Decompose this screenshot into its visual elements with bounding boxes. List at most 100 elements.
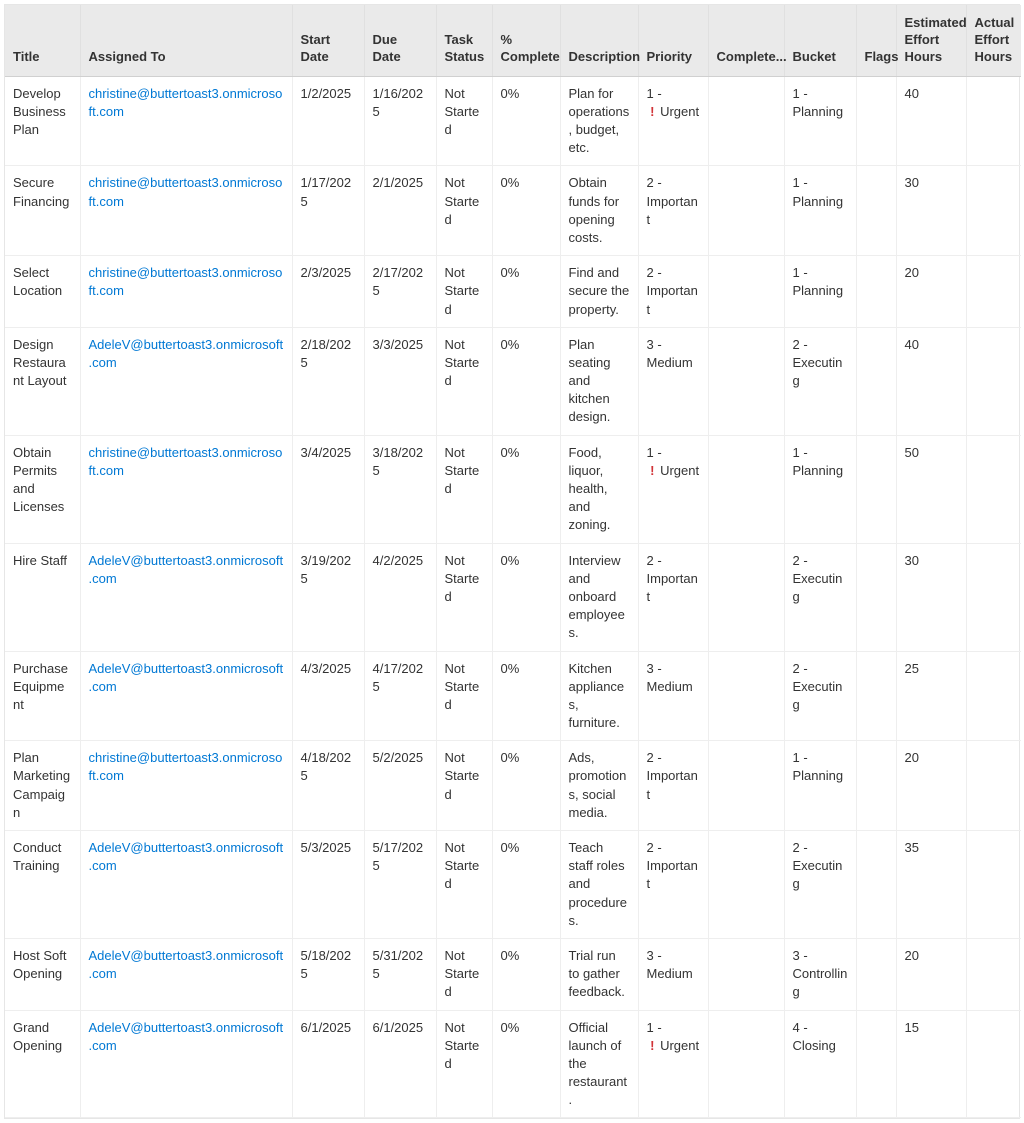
cell-start-date: 4/18/2025 (292, 741, 364, 831)
cell-description: Plan for operations, budget, etc. (560, 76, 638, 166)
header-row: Title Assigned To Start Date Due Date Ta… (5, 5, 1021, 76)
cell-flags (856, 543, 896, 651)
cell-priority: 1 - ! Urgent (638, 1010, 708, 1118)
cell-est-effort: 25 (896, 651, 966, 741)
cell-priority: 2 - Important (638, 831, 708, 939)
table-row[interactable]: Select Location christine@buttertoast3.on… (5, 256, 1021, 328)
table-row[interactable]: Design Restaurant LayoutAdeleV@buttertoa… (5, 327, 1021, 435)
cell-est-effort: 20 (896, 256, 966, 328)
cell-completed (708, 741, 784, 831)
cell-assigned-to: christine@buttertoast3.onmicrosoft.com (80, 435, 292, 543)
cell-actual-effort (966, 831, 1021, 939)
priority-label: Urgent (660, 463, 699, 478)
header-actual-effort[interactable]: Actual Effort Hours (966, 5, 1021, 76)
table-row[interactable]: Obtain Permits and Licenseschristine@but… (5, 435, 1021, 543)
cell-description: Food, liquor, health, and zoning. (560, 435, 638, 543)
header-percent-complete[interactable]: % Complete (492, 5, 560, 76)
cell-completed (708, 166, 784, 256)
cell-percent-complete: 0% (492, 651, 560, 741)
header-bucket[interactable]: Bucket (784, 5, 856, 76)
cell-bucket: 1 - Planning (784, 76, 856, 166)
header-description[interactable]: Description (560, 5, 638, 76)
cell-due-date: 3/3/2025 (364, 327, 436, 435)
cell-due-date: 1/16/2025 (364, 76, 436, 166)
cell-assigned-to-link[interactable]: AdeleV@buttertoast3.onmicrosoft.com (89, 840, 284, 873)
cell-due-date: 3/18/2025 (364, 435, 436, 543)
cell-actual-effort (966, 435, 1021, 543)
cell-assigned-to-link[interactable]: AdeleV@buttertoast3.onmicrosoft.com (89, 661, 284, 694)
cell-assigned-to: AdeleV@buttertoast3.onmicrosoft.com (80, 1010, 292, 1118)
cell-task-status: Not Started (436, 435, 492, 543)
cell-completed (708, 327, 784, 435)
header-due-date[interactable]: Due Date (364, 5, 436, 76)
cell-bucket: 1 - Planning (784, 435, 856, 543)
header-priority[interactable]: Priority (638, 5, 708, 76)
cell-title: Plan Marketing Campaign (5, 741, 80, 831)
cell-est-effort: 35 (896, 831, 966, 939)
header-flags[interactable]: Flags (856, 5, 896, 76)
header-est-effort[interactable]: Estimated Effort Hours (896, 5, 966, 76)
table-row[interactable]: Grand Opening AdeleV@buttertoast3.onmicro… (5, 1010, 1021, 1118)
cell-assigned-to-link[interactable]: AdeleV@buttertoast3.onmicrosoft.com (89, 337, 284, 370)
priority-label: Urgent (660, 1038, 699, 1053)
cell-assigned-to-link[interactable]: christine@buttertoast3.onmicrosoft.com (89, 265, 283, 298)
cell-priority: 1 - ! Urgent (638, 76, 708, 166)
cell-title: Grand Opening (5, 1010, 80, 1118)
cell-priority: 2 - Important (638, 256, 708, 328)
cell-task-status: Not Started (436, 938, 492, 1010)
cell-assigned-to-link[interactable]: AdeleV@buttertoast3.onmicrosoft.com (89, 1020, 284, 1053)
cell-start-date: 2/18/2025 (292, 327, 364, 435)
priority-level: 2 - (647, 175, 662, 190)
cell-assigned-to-link[interactable]: christine@buttertoast3.onmicrosoft.com (89, 175, 283, 208)
header-completed[interactable]: Complete... (708, 5, 784, 76)
cell-task-status: Not Started (436, 327, 492, 435)
cell-start-date: 3/19/2025 (292, 543, 364, 651)
cell-description: Trial run to gather feedback. (560, 938, 638, 1010)
table-row[interactable]: Purchase Equipment AdeleV@buttertoast3.on… (5, 651, 1021, 741)
cell-task-status: Not Started (436, 831, 492, 939)
priority-level: 1 - (647, 86, 662, 101)
header-start-date[interactable]: Start Date (292, 5, 364, 76)
priority-level: 2 - (647, 553, 662, 568)
cell-title: Select Location (5, 256, 80, 328)
cell-assigned-to-link[interactable]: AdeleV@buttertoast3.onmicrosoft.com (89, 948, 284, 981)
cell-task-status: Not Started (436, 76, 492, 166)
cell-flags (856, 166, 896, 256)
cell-flags (856, 741, 896, 831)
cell-flags (856, 435, 896, 543)
cell-bucket: 1 - Planning (784, 741, 856, 831)
table-row[interactable]: Secure Financing christine@buttertoast3.o… (5, 166, 1021, 256)
header-title[interactable]: Title (5, 5, 80, 76)
table-row[interactable]: Plan Marketing Campaign christine@buttert… (5, 741, 1021, 831)
cell-actual-effort (966, 543, 1021, 651)
table-row[interactable]: Host Soft OpeningAdeleV@buttertoast3.onm… (5, 938, 1021, 1010)
priority-label: Medium (647, 355, 693, 370)
cell-title: Purchase Equipment (5, 651, 80, 741)
header-task-status[interactable]: Task Status (436, 5, 492, 76)
priority-level: 3 - (647, 337, 662, 352)
cell-description: Ads, promotions, social media. (560, 741, 638, 831)
cell-est-effort: 50 (896, 435, 966, 543)
cell-assigned-to-link[interactable]: christine@buttertoast3.onmicrosoft.com (89, 750, 283, 783)
cell-description: Plan seating and kitchen design. (560, 327, 638, 435)
header-assigned-to[interactable]: Assigned To (80, 5, 292, 76)
cell-bucket: 3 - Controlling (784, 938, 856, 1010)
cell-completed (708, 938, 784, 1010)
priority-level: 3 - (647, 948, 662, 963)
cell-due-date: 4/17/2025 (364, 651, 436, 741)
cell-assigned-to-link[interactable]: christine@buttertoast3.onmicrosoft.com (89, 445, 283, 478)
cell-start-date: 1/2/2025 (292, 76, 364, 166)
table-row[interactable]: Develop Business Planchristine@buttertoa… (5, 76, 1021, 166)
cell-actual-effort (966, 76, 1021, 166)
cell-title: Secure Financing (5, 166, 80, 256)
priority-level: 2 - (647, 750, 662, 765)
cell-completed (708, 1010, 784, 1118)
cell-due-date: 5/17/2025 (364, 831, 436, 939)
priority-label: Urgent (660, 104, 699, 119)
cell-start-date: 4/3/2025 (292, 651, 364, 741)
cell-title: Conduct Training (5, 831, 80, 939)
cell-assigned-to-link[interactable]: AdeleV@buttertoast3.onmicrosoft.com (89, 553, 284, 586)
cell-assigned-to-link[interactable]: christine@buttertoast3.onmicrosoft.com (89, 86, 283, 119)
table-row[interactable]: Hire StaffAdeleV@buttertoast3.onmicrosof… (5, 543, 1021, 651)
table-row[interactable]: Conduct Training AdeleV@buttertoast3.onmi… (5, 831, 1021, 939)
